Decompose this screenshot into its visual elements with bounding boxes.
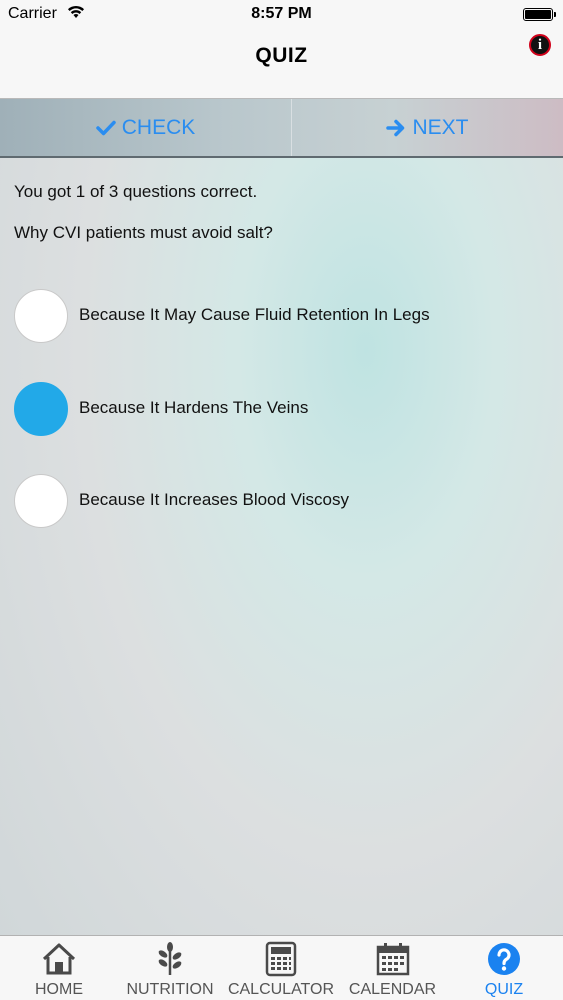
- question-icon: [488, 943, 520, 975]
- quiz-toolbar: CHECK NEXT: [0, 99, 563, 158]
- tab-label: HOME: [35, 981, 83, 998]
- answer-label: Because It Hardens The Veins: [79, 398, 309, 417]
- checkmark-icon: [95, 120, 116, 135]
- tab-label: CALENDAR: [348, 981, 437, 998]
- tab-bar: HOME NUTRITION CALCULATOR CALENDAR QUIZ: [0, 935, 563, 1000]
- tab-home[interactable]: HOME: [0, 936, 118, 1000]
- leaf-icon: [158, 942, 182, 975]
- status-bar: Carrier 8:57 PM: [0, 0, 563, 30]
- question-text: Why CVI patients must avoid salt?: [14, 223, 273, 242]
- answer-option[interactable]: Because It Increases Blood Viscosy: [14, 474, 554, 528]
- check-label: CHECK: [121, 115, 196, 139]
- home-icon: [42, 943, 76, 975]
- answer-label: Because It May Cause Fluid Retention In …: [79, 305, 430, 324]
- tab-quiz[interactable]: QUIZ: [445, 936, 563, 1000]
- radio-button-selected[interactable]: [14, 382, 68, 436]
- status-time: 8:57 PM: [251, 5, 312, 22]
- radio-button[interactable]: [14, 474, 68, 528]
- tab-calendar[interactable]: CALENDAR: [340, 936, 445, 1000]
- arrow-right-icon: [386, 119, 405, 136]
- nav-bar: QUIZ i: [0, 30, 563, 99]
- tab-label: CALCULATOR: [227, 981, 335, 998]
- next-label: NEXT: [412, 115, 469, 139]
- page-title: QUIZ: [255, 44, 308, 67]
- score-text: You got 1 of 3 questions correct.: [14, 182, 258, 201]
- calculator-icon: [265, 941, 297, 977]
- answer-option[interactable]: Because It Hardens The Veins: [14, 382, 554, 436]
- tab-label: NUTRITION: [126, 981, 214, 998]
- answer-option[interactable]: Because It May Cause Fluid Retention In …: [14, 289, 554, 343]
- next-button[interactable]: NEXT: [292, 99, 563, 156]
- tab-calculator[interactable]: CALCULATOR: [222, 936, 340, 1000]
- check-button[interactable]: CHECK: [0, 99, 291, 156]
- answer-label: Because It Increases Blood Viscosy: [79, 490, 349, 509]
- battery-icon: [523, 8, 556, 21]
- tab-nutrition[interactable]: NUTRITION: [118, 936, 222, 1000]
- calendar-icon: [376, 943, 409, 976]
- tab-label: QUIZ: [484, 981, 524, 998]
- info-icon[interactable]: i: [529, 34, 551, 56]
- radio-button[interactable]: [14, 289, 68, 343]
